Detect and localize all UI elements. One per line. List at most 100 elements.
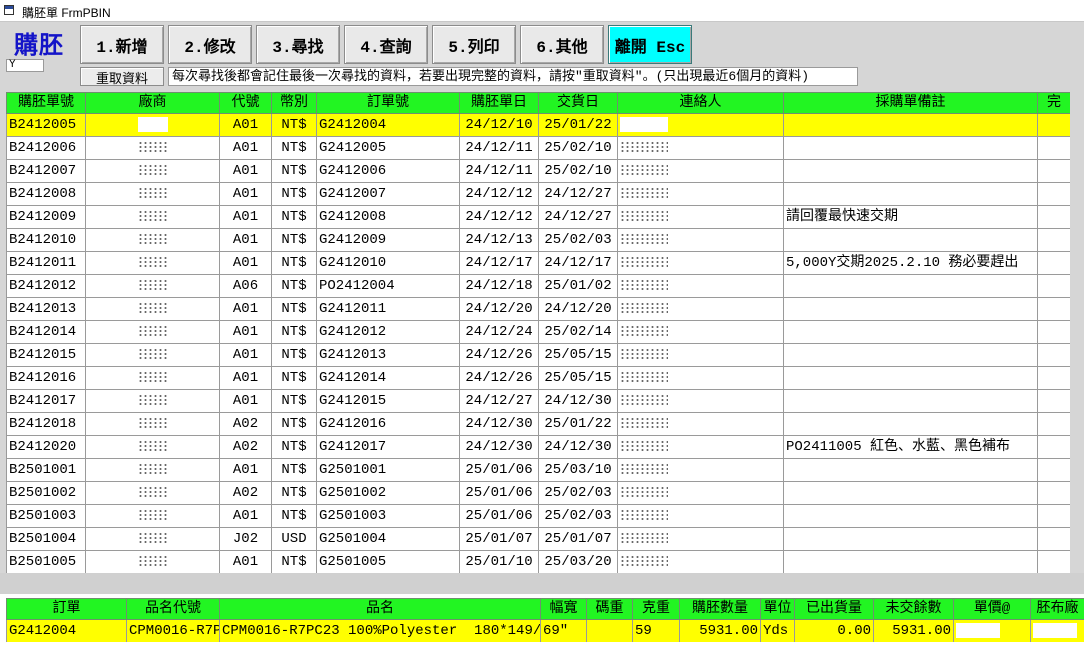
cell-price[interactable] — [953, 619, 1031, 642]
cell-delivery-date[interactable]: 24/12/30 — [538, 435, 618, 459]
cell-po-no[interactable]: B2412017 — [6, 389, 86, 413]
table-row[interactable]: B2412018 A02 NT$ G2412016 24/12/30 25/01/22 — [6, 412, 1070, 436]
cell-po-date[interactable]: 24/12/10 — [459, 113, 539, 137]
cell-done[interactable] — [1037, 136, 1070, 160]
cell-po-date[interactable]: 24/12/11 — [459, 159, 539, 183]
cell-done[interactable] — [1037, 504, 1070, 528]
cell-delivery-date[interactable]: 25/02/03 — [538, 504, 618, 528]
table-row[interactable]: B2412009 A01 NT$ G2412008 24/12/12 24/12/27 請回… — [6, 205, 1070, 229]
cell-po-no[interactable]: B2412005 — [6, 113, 86, 137]
column-header-gsm[interactable]: 克重 — [632, 598, 680, 620]
table-row[interactable]: B2412015 A01 NT$ G2412013 24/12/26 25/05/15 — [6, 343, 1070, 367]
cell-done[interactable] — [1037, 458, 1070, 482]
cell-remark[interactable] — [783, 481, 1038, 505]
cell-po-date[interactable]: 25/01/07 — [459, 527, 539, 551]
cell-remark[interactable] — [783, 136, 1038, 160]
column-header-code[interactable]: 代號 — [219, 92, 272, 114]
cell-width[interactable]: 69" — [540, 619, 587, 642]
cell-vendor[interactable] — [85, 228, 220, 252]
cell-remaining[interactable]: 5931.00 — [873, 619, 954, 642]
cell-contact[interactable] — [617, 389, 784, 413]
cell-delivery-date[interactable]: 25/02/03 — [538, 481, 618, 505]
table-row[interactable]: B2412013 A01 NT$ G2412011 24/12/20 24/12/20 — [6, 297, 1070, 321]
cell-po-no[interactable]: B2501005 — [6, 550, 86, 573]
table-row[interactable]: B2412006 A01 NT$ G2412005 24/12/11 25/02/10 — [6, 136, 1070, 160]
cell-po-date[interactable]: 25/01/06 — [459, 504, 539, 528]
cell-currency[interactable]: NT$ — [271, 320, 317, 344]
column-header-po-date[interactable]: 購胚單日 — [459, 92, 539, 114]
cell-unit[interactable]: Yds — [760, 619, 795, 642]
cell-order-no[interactable]: G2501005 — [316, 550, 460, 573]
cell-vendor[interactable] — [85, 550, 220, 573]
edit-button[interactable]: 2.修改 — [168, 25, 252, 64]
cell-yard-weight[interactable] — [586, 619, 633, 642]
reload-button[interactable]: 重取資料 — [80, 67, 164, 87]
cell-delivery-date[interactable]: 25/05/15 — [538, 366, 618, 390]
cell-vendor[interactable] — [85, 297, 220, 321]
cell-vendor[interactable] — [85, 435, 220, 459]
cell-order-no[interactable]: G2412017 — [316, 435, 460, 459]
cell-currency[interactable]: NT$ — [271, 297, 317, 321]
cell-currency[interactable]: NT$ — [271, 182, 317, 206]
cell-po-no[interactable]: B2501004 — [6, 527, 86, 551]
flag-field[interactable]: Y — [6, 59, 44, 72]
cell-qty[interactable]: 5931.00 — [679, 619, 761, 642]
detail-grid[interactable]: 訂單 品名代號 品名 幅寬 碼重 克重 購胚數量 單位 已出貨量 未交餘數 單價@ 胚布廠 G2412… — [6, 598, 1084, 642]
cell-po-date[interactable]: 25/01/10 — [459, 550, 539, 573]
cell-done[interactable] — [1037, 412, 1070, 436]
column-header-vendor[interactable]: 廠商 — [85, 92, 220, 114]
cell-code[interactable]: A01 — [219, 182, 272, 206]
cell-delivery-date[interactable]: 24/12/20 — [538, 297, 618, 321]
cell-code[interactable]: A01 — [219, 550, 272, 573]
cell-po-no[interactable]: B2501003 — [6, 504, 86, 528]
table-row[interactable]: B2501003 A01 NT$ G2501003 25/01/06 25/02/03 — [6, 504, 1070, 528]
cell-currency[interactable]: NT$ — [271, 435, 317, 459]
cell-contact[interactable] — [617, 412, 784, 436]
cell-done[interactable] — [1037, 366, 1070, 390]
cell-po-no[interactable]: B2412015 — [6, 343, 86, 367]
cell-po-date[interactable]: 24/12/18 — [459, 274, 539, 298]
table-row[interactable]: B2412011 A01 NT$ G2412010 24/12/17 24/12/17 5,… — [6, 251, 1070, 275]
cell-mill[interactable] — [1030, 619, 1084, 642]
cell-remark[interactable]: 5,000Y交期2025.2.10 務必要趕出 — [783, 251, 1038, 275]
cell-vendor[interactable] — [85, 481, 220, 505]
cell-currency[interactable]: NT$ — [271, 228, 317, 252]
table-row[interactable]: B2501001 A01 NT$ G2501001 25/01/06 25/03/10 — [6, 458, 1070, 482]
cell-item-name[interactable]: CPM0016-R7PC23 100%Polyester 180*149/30 — [219, 619, 541, 642]
cell-po-date[interactable]: 24/12/11 — [459, 136, 539, 160]
cell-delivery-date[interactable]: 25/01/22 — [538, 113, 618, 137]
cell-vendor[interactable] — [85, 205, 220, 229]
table-row[interactable]: B2501002 A02 NT$ G2501002 25/01/06 25/02/03 — [6, 481, 1070, 505]
cell-done[interactable] — [1037, 435, 1070, 459]
cell-currency[interactable]: NT$ — [271, 274, 317, 298]
cell-po-no[interactable]: B2412006 — [6, 136, 86, 160]
column-header-po-no[interactable]: 購胚單號 — [6, 92, 86, 114]
column-header-mill[interactable]: 胚布廠 — [1030, 598, 1084, 620]
cell-vendor[interactable] — [85, 182, 220, 206]
cell-delivery-date[interactable]: 25/02/03 — [538, 228, 618, 252]
purchase-order-grid[interactable]: 購胚單號 廠商 代號 幣別 訂單號 購胚單日 交貨日 連絡人 採購單備註完 B2412005 A0… — [6, 92, 1070, 573]
cell-delivery-date[interactable]: 24/12/27 — [538, 182, 618, 206]
cell-contact[interactable] — [617, 113, 784, 137]
cell-vendor[interactable] — [85, 113, 220, 137]
cell-code[interactable]: A01 — [219, 458, 272, 482]
column-header-item-name[interactable]: 品名 — [219, 598, 541, 620]
cell-order-no[interactable]: G2412015 — [316, 389, 460, 413]
cell-remark[interactable] — [783, 297, 1038, 321]
cell-delivery-date[interactable]: 25/05/15 — [538, 343, 618, 367]
cell-contact[interactable] — [617, 182, 784, 206]
cell-code[interactable]: A01 — [219, 366, 272, 390]
cell-delivery-date[interactable]: 25/01/07 — [538, 527, 618, 551]
cell-remark[interactable] — [783, 458, 1038, 482]
cell-po-date[interactable]: 24/12/27 — [459, 389, 539, 413]
cell-done[interactable] — [1037, 228, 1070, 252]
cell-order[interactable]: G2412004 — [6, 619, 127, 642]
cell-order-no[interactable]: G2412012 — [316, 320, 460, 344]
cell-vendor[interactable] — [85, 389, 220, 413]
table-row[interactable]: B2412016 A01 NT$ G2412014 24/12/26 25/05/15 — [6, 366, 1070, 390]
cell-vendor[interactable] — [85, 458, 220, 482]
cell-po-date[interactable]: 24/12/24 — [459, 320, 539, 344]
cell-contact[interactable] — [617, 504, 784, 528]
cell-done[interactable] — [1037, 159, 1070, 183]
cell-contact[interactable] — [617, 228, 784, 252]
